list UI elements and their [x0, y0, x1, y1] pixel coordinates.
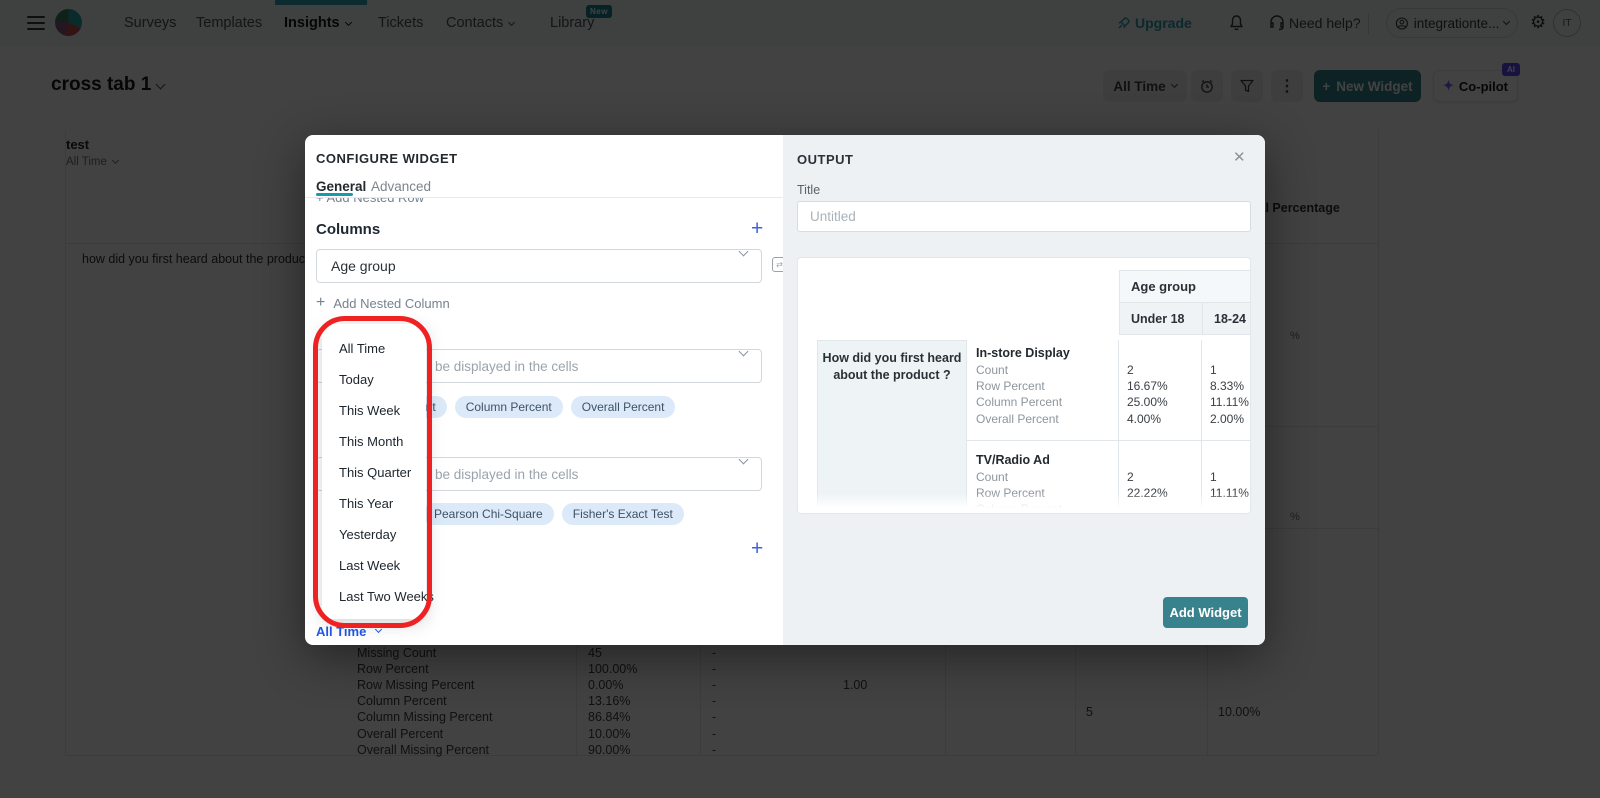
dropdown-item[interactable]: This Month	[322, 426, 426, 457]
chevron-down-icon	[739, 455, 749, 465]
dropdown-item[interactable]: Today	[322, 364, 426, 395]
table-col-header: 18-24	[1202, 302, 1251, 335]
tab-general[interactable]: General	[316, 179, 366, 194]
chevron-down-icon	[739, 247, 749, 257]
add-column-button[interactable]: +	[751, 219, 763, 239]
add-widget-button[interactable]: Add Widget	[1163, 597, 1248, 628]
stat-value: 25.00%	[1127, 395, 1168, 409]
stat-chips: Pearson Chi-Square Fisher's Exact Test	[423, 503, 684, 525]
stat-value: 8.33%	[1210, 379, 1244, 393]
chip[interactable]: Fisher's Exact Test	[562, 503, 684, 525]
dropdown-item[interactable]: All Time	[322, 333, 426, 364]
stat-value: 11.11%	[1210, 395, 1249, 409]
dropdown-item[interactable]: Yesterday	[322, 519, 426, 550]
close-icon[interactable]: ✕	[1233, 148, 1246, 166]
stat-label: Overall Percent	[976, 412, 1059, 426]
chevron-down-icon	[739, 347, 749, 357]
dropdown-item[interactable]: Last Week	[322, 550, 426, 581]
chip[interactable]: Overall Percent	[571, 396, 676, 418]
stat-value: 2	[1127, 470, 1134, 484]
dropdown-item[interactable]: This Year	[322, 488, 426, 519]
value-chips: ent Column Percent Overall Percent	[408, 396, 675, 418]
modal-title: CONFIGURE WIDGET	[316, 151, 458, 166]
time-filter-dropdown: All Time Today This Week This Month This…	[322, 324, 426, 619]
add-section-button[interactable]: +	[751, 539, 763, 559]
tab-advanced[interactable]: Advanced	[371, 179, 431, 194]
app-root: Surveys Templates Insights Tickets Conta…	[0, 0, 1600, 798]
stat-value: 1	[1210, 470, 1217, 484]
stat-value: 2	[1127, 363, 1134, 377]
stat-label: Count	[976, 363, 1008, 377]
title-label: Title	[797, 183, 820, 197]
dropdown-item[interactable]: This Quarter	[322, 457, 426, 488]
table-bottom-fade	[798, 493, 1250, 513]
stat-label: Count	[976, 470, 1008, 484]
output-heading: OUTPUT	[797, 152, 853, 167]
stat-value: 1	[1210, 363, 1217, 377]
table-row-title: In-store Display	[976, 346, 1070, 360]
output-table: Age group Under 18 18-24 How did you fir…	[797, 257, 1251, 514]
plus-icon: +	[316, 294, 325, 312]
configure-widget-modal: CONFIGURE WIDGET General Advanced + Add …	[305, 135, 1265, 645]
stat-label: Row Percent	[976, 379, 1045, 393]
table-group-header: Age group	[1119, 270, 1251, 303]
time-filter-link[interactable]: All Time	[316, 624, 381, 639]
chip[interactable]: Column Percent	[455, 396, 563, 418]
active-tab-indicator	[316, 193, 353, 196]
table-row-title: TV/Radio Ad	[976, 453, 1050, 467]
table-col-header: Under 18	[1119, 302, 1203, 335]
dropdown-item[interactable]: This Week	[322, 395, 426, 426]
widget-title-input[interactable]	[797, 201, 1251, 232]
stat-label: Column Percent	[976, 395, 1062, 409]
column-field-select[interactable]: Age group	[316, 249, 762, 283]
stat-value: 16.67%	[1127, 379, 1168, 393]
dropdown-item[interactable]: Last Two Weeks	[322, 581, 426, 612]
add-nested-column-link[interactable]: + Add Nested Column	[316, 294, 450, 312]
chevron-down-icon	[375, 626, 382, 633]
stat-value: 4.00%	[1127, 412, 1161, 426]
stat-value: 2.00%	[1210, 412, 1244, 426]
table-question-cell: How did you first heard about the produc…	[817, 340, 967, 514]
columns-section-label: Columns	[316, 221, 380, 238]
add-nested-row-link-clipped[interactable]: + Add Nested Row	[316, 198, 536, 207]
chip[interactable]: Pearson Chi-Square	[423, 503, 554, 525]
